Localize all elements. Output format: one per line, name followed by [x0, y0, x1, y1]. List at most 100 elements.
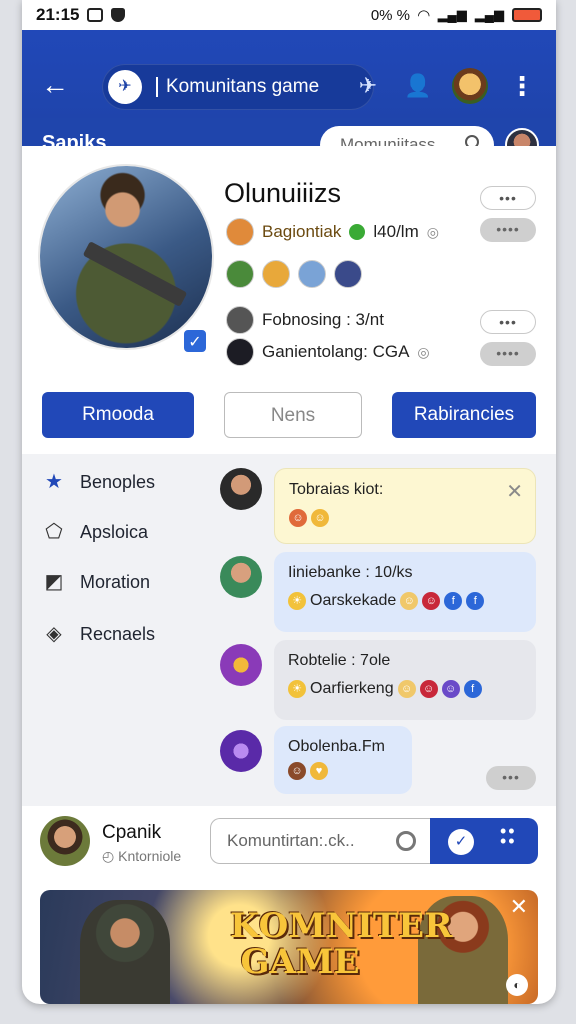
more-pill[interactable]: •••• — [480, 342, 536, 366]
emoji-icon: ☺ — [397, 680, 416, 698]
sidebar-item-label: Benoples — [80, 471, 156, 492]
message-placeholder: Komuntirtan:.ck.. — [227, 831, 355, 850]
profile-card: ✓ Olunuiiizs Bagiontiak l40/lm ◎ Fobnosi… — [22, 146, 556, 454]
more-vertical-icon[interactable]: ⋮ — [506, 70, 538, 102]
reaction-row: ☺ ♥ — [288, 762, 398, 780]
friend-avatar[interactable] — [334, 260, 362, 288]
grid-dots-icon[interactable]: •• •• — [500, 822, 517, 850]
back-arrow-icon[interactable]: ← — [40, 70, 70, 100]
notification-icon — [87, 8, 104, 22]
action-middle-button[interactable]: Nens — [224, 392, 362, 438]
battery-icon — [512, 8, 542, 22]
app-bar: ← ✈ Komunitans game ✈ 👤 ⋮ Sapiks Momunii… — [22, 30, 556, 176]
message-avatar[interactable] — [220, 468, 262, 510]
status-bar: 21:15 0% % ◠ ▂▄▆ ▂▄▆ — [22, 0, 556, 30]
reaction-row: ☀ Oarfierkeng ☺ ☺ ☺ f — [288, 680, 522, 698]
message-title: Obolenba.Fm — [288, 738, 385, 755]
plane-icon[interactable]: ✈ — [352, 70, 384, 102]
rifle-graphic — [82, 241, 188, 307]
community-selector[interactable]: ✈ Komunitans game — [102, 64, 374, 110]
reaction-row: ☺ ☺ — [289, 509, 521, 527]
record-icon[interactable] — [396, 831, 416, 851]
composer-actions — [430, 818, 538, 864]
more-pill[interactable]: ••• — [480, 310, 536, 334]
message-bubble[interactable]: Robtelie : 7ole ☀ Oarfierkeng ☺ ☺ ☺ f — [274, 640, 536, 720]
signal-icon-2: ▂▄▆ — [474, 7, 504, 22]
row-meta: l40/lm — [373, 222, 419, 241]
message-title: Iiniebanke : 10/ks — [288, 564, 413, 581]
more-pill[interactable]: ••• — [480, 186, 536, 210]
row-name: Fobnosing : 3/nt — [262, 310, 384, 329]
emoji-icon: ☺ — [311, 509, 329, 527]
sidebar-item-recnaels[interactable]: ◈ Recnaels — [42, 622, 155, 646]
emoji-icon: ☺ — [441, 680, 460, 698]
shield-icon — [111, 8, 126, 22]
facebook-icon: f — [444, 592, 463, 610]
profile-avatar — [40, 166, 212, 348]
friend-avatar[interactable] — [262, 260, 290, 288]
pill-divider — [156, 77, 158, 97]
friend-avatar[interactable] — [298, 260, 326, 288]
message-line2: Oarfierkeng — [310, 680, 394, 697]
edit-square-icon: ◩ — [44, 571, 64, 593]
sidebar-item-moration[interactable]: ◩ Moration — [42, 570, 150, 594]
profile-name: Olunuiiizs — [224, 178, 342, 208]
message-avatar[interactable] — [220, 556, 262, 598]
facebook-icon: f — [463, 680, 482, 698]
message-bubble[interactable]: Tobraias kiot: ✕ ☺ ☺ — [274, 468, 536, 544]
message-avatar[interactable] — [220, 644, 262, 686]
phone-screen: 21:15 0% % ◠ ▂▄▆ ▂▄▆ ← ✈ Komunitans game… — [22, 0, 556, 1004]
sun-icon: ☀ — [288, 592, 306, 610]
message-bubble[interactable]: Iiniebanke : 10/ks ☀ Oarskekade ☺ ☺ f f — [274, 552, 536, 632]
more-pill[interactable]: •••• — [480, 218, 536, 242]
profile-row: Fobnosing : 3/nt — [226, 306, 384, 334]
mini-avatar — [226, 218, 254, 246]
friend-avatar[interactable] — [226, 260, 254, 288]
sun-icon: ☀ — [288, 680, 306, 698]
heart-icon: ♥ — [310, 762, 328, 780]
status-time: 21:15 — [36, 5, 80, 24]
community-title: Komunitans game — [166, 76, 320, 97]
online-icon — [349, 224, 366, 240]
sidebar-item-label: Apsloica — [80, 521, 149, 542]
sidebar-item-label: Moration — [80, 571, 151, 592]
composer-sub-text: Kntorniole — [118, 848, 182, 864]
reaction-row: ☀ Oarskekade ☺ ☺ f f — [288, 592, 522, 610]
sidebar-item-label: Recnaels — [80, 623, 156, 644]
banner-badge-icon[interactable]: ◐ — [506, 974, 528, 996]
composer-avatar[interactable] — [40, 816, 90, 866]
friends-row — [226, 260, 362, 288]
emoji-icon: ☺ — [288, 762, 306, 780]
edit-badge-icon[interactable]: ✓ — [182, 328, 208, 354]
mini-avatar — [226, 306, 254, 334]
community-logo-icon: ✈ — [108, 70, 142, 104]
composer-bar: Cpanik ◴ Kntorniole Komuntirtan:.ck.. ✓ … — [22, 806, 556, 878]
status-right-text: 0% % — [370, 6, 411, 24]
message-avatar[interactable] — [220, 730, 262, 772]
emoji-icon: ☺ — [289, 509, 307, 527]
mini-avatar — [226, 338, 254, 366]
info-icon: ◎ — [417, 343, 430, 360]
mascot-avatar[interactable] — [452, 68, 488, 104]
wifi-icon: ◠ — [418, 7, 430, 24]
emoji-icon: ☺ — [400, 592, 419, 610]
action-left-button[interactable]: Rmooda — [42, 392, 194, 438]
more-pill[interactable]: ••• — [486, 766, 536, 790]
chat-icon[interactable]: ✓ — [448, 829, 474, 855]
sidebar-item-benoples[interactable]: ★ Benoples — [42, 470, 155, 494]
profile-row: Ganientolang: CGA ◎ — [226, 338, 430, 366]
sidebar-item-apsloica[interactable]: ⬠ Apsloica — [42, 520, 148, 544]
action-right-button[interactable]: Rabirancies — [392, 392, 536, 438]
user-icon[interactable]: 👤 — [402, 70, 434, 102]
message-bubble[interactable]: Obolenba.Fm ☺ ♥ — [274, 726, 412, 794]
star-icon: ★ — [45, 471, 63, 493]
row-name: Bagiontiak — [262, 222, 342, 241]
close-icon[interactable]: ✕ — [510, 894, 528, 920]
emoji-icon: ☺ — [419, 680, 438, 698]
promo-banner[interactable]: KOMNITER GAME ✕ ◐ — [40, 890, 538, 1004]
content-area: ★ Benoples ⬠ Apsloica ◩ Moration ◈ Recna… — [22, 454, 556, 806]
banner-title: KOMNITER GAME — [230, 906, 453, 982]
signal-icon: ▂▄▆ — [437, 7, 467, 22]
close-icon[interactable]: ✕ — [506, 479, 523, 504]
diamond-icon: ◈ — [46, 623, 62, 645]
